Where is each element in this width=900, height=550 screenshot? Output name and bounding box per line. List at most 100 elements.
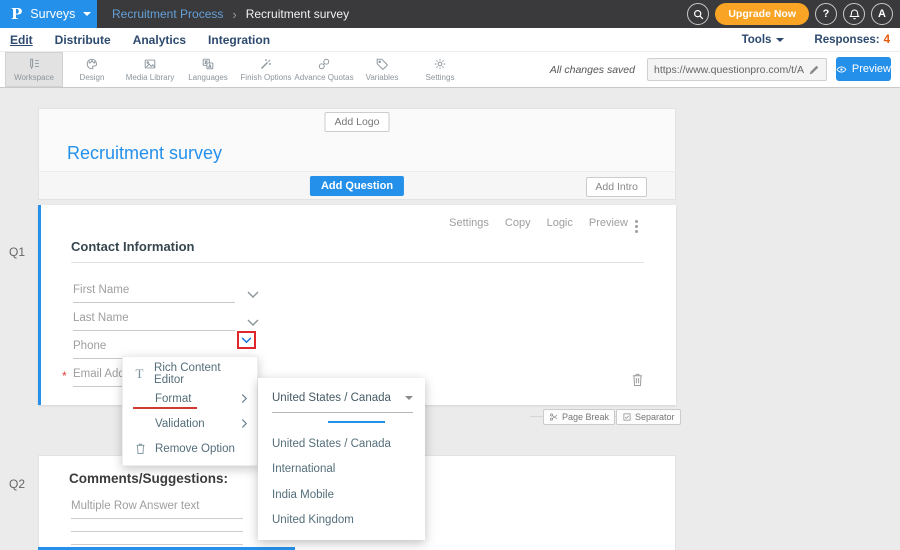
field-options-chevron-icon[interactable] xyxy=(247,314,259,332)
question-settings-link[interactable]: Settings xyxy=(449,217,489,229)
format-option-international[interactable]: International xyxy=(272,457,415,483)
survey-header-card: Add Logo Recruitment survey xyxy=(38,108,676,171)
topbar-actions: Upgrade Now ? A xyxy=(687,3,893,25)
gear-icon xyxy=(433,57,447,71)
toolbar-item-media-library[interactable]: Media Library xyxy=(121,52,179,87)
toolbar-items: Workspace Design Media Library Languages… xyxy=(5,52,469,87)
field-options-chevron-icon[interactable] xyxy=(247,286,259,304)
multirow-answer-placeholder[interactable]: Multiple Row Answer text xyxy=(71,500,199,512)
toolbar-item-languages[interactable]: Languages xyxy=(179,52,237,87)
field-label-phone[interactable]: Phone xyxy=(73,340,106,352)
image-icon xyxy=(143,57,157,71)
add-question-button[interactable]: Add Question xyxy=(310,176,404,196)
question-title-underline xyxy=(71,262,644,263)
question-logic-link[interactable]: Logic xyxy=(547,217,573,229)
format-submenu-panel: United States / Canada United States / C… xyxy=(258,378,425,540)
rich-text-icon: T xyxy=(133,366,146,382)
textarea-line xyxy=(71,518,243,519)
tab-distribute[interactable]: Distribute xyxy=(55,33,111,47)
links-icon xyxy=(317,57,331,71)
survey-canvas: Add Logo Recruitment survey Add Question… xyxy=(0,88,900,550)
separator-icon xyxy=(622,412,632,422)
upgrade-now-button[interactable]: Upgrade Now xyxy=(715,3,809,25)
bell-icon xyxy=(848,8,861,21)
search-icon xyxy=(692,8,705,21)
tools-label: Tools xyxy=(742,34,772,46)
survey-link-field[interactable] xyxy=(647,58,827,81)
responses-link[interactable]: Responses:4 xyxy=(814,34,890,46)
annotation-highlight-box xyxy=(237,331,256,349)
add-question-row: Add Question Add Intro xyxy=(38,171,676,200)
question-actions: Settings Copy Logic Preview xyxy=(449,217,628,229)
page-break-button[interactable]: Page Break xyxy=(543,409,615,425)
responses-label: Responses: xyxy=(814,34,879,46)
add-logo-button[interactable]: Add Logo xyxy=(325,112,390,132)
questionpro-survey-editor: P Surveys Recruitment Process › Recruitm… xyxy=(0,0,900,550)
wand-icon xyxy=(259,57,273,71)
field-underline xyxy=(73,330,235,331)
tab-integration[interactable]: Integration xyxy=(208,33,270,47)
tab-analytics[interactable]: Analytics xyxy=(133,33,186,47)
question-title-q2[interactable]: Comments/Suggestions: xyxy=(69,471,228,486)
question-kebab-menu-icon[interactable] xyxy=(635,218,638,235)
field-options-context-menu: T Rich Content Editor Format Validation … xyxy=(122,356,258,466)
autosave-status: All changes saved xyxy=(550,64,635,76)
preview-button[interactable]: Preview xyxy=(836,57,891,81)
nav-right: Tools Responses:4 xyxy=(742,28,890,52)
question-preview-link[interactable]: Preview xyxy=(589,217,628,229)
field-label-last-name[interactable]: Last Name xyxy=(73,312,129,324)
edit-pencil-icon[interactable] xyxy=(808,64,820,76)
toolbar-item-advance-quotas[interactable]: Advance Quotas xyxy=(295,52,353,87)
format-option-us-canada[interactable]: United States / Canada xyxy=(272,431,415,457)
tag-icon xyxy=(375,57,389,71)
separator-button[interactable]: Separator xyxy=(616,409,681,425)
format-select[interactable]: United States / Canada xyxy=(272,392,413,404)
chevron-down-icon xyxy=(776,38,784,42)
question-number-q1: Q1 xyxy=(9,245,25,259)
questionpro-logo: P xyxy=(11,5,22,23)
format-option-india-mobile[interactable]: India Mobile xyxy=(272,482,415,508)
editor-toolbar: Workspace Design Media Library Languages… xyxy=(0,52,900,88)
textarea-line xyxy=(71,531,243,532)
format-option-united-kingdom[interactable]: United Kingdom xyxy=(272,508,415,534)
toolbar-item-workspace[interactable]: Workspace xyxy=(5,52,63,87)
field-underline xyxy=(73,302,235,303)
surveys-app-switcher[interactable]: P Surveys xyxy=(0,0,97,28)
toolbar-item-design[interactable]: Design xyxy=(63,52,121,87)
menu-item-rich-content-editor[interactable]: T Rich Content Editor xyxy=(123,361,257,386)
notifications-button[interactable] xyxy=(843,3,865,25)
scissors-icon xyxy=(549,412,559,422)
translate-icon xyxy=(201,57,215,71)
format-selected-value: United States / Canada xyxy=(272,392,391,404)
eye-icon xyxy=(836,63,847,76)
field-options-chevron-icon-active[interactable] xyxy=(241,337,252,344)
survey-title[interactable]: Recruitment survey xyxy=(67,143,222,164)
active-indicator-bar xyxy=(328,421,385,423)
question-title-q1[interactable]: Contact Information xyxy=(71,239,195,254)
tab-edit[interactable]: Edit xyxy=(10,33,33,47)
annotation-red-underline xyxy=(133,407,197,409)
tools-menu[interactable]: Tools xyxy=(742,34,785,46)
textarea-line xyxy=(71,544,243,545)
avatar[interactable]: A xyxy=(871,3,893,25)
palette-icon xyxy=(85,57,99,71)
toolbar-item-settings[interactable]: Settings xyxy=(411,52,469,87)
submenu-chevron-right-icon xyxy=(241,393,248,407)
search-button[interactable] xyxy=(687,3,709,25)
add-intro-button[interactable]: Add Intro xyxy=(586,177,647,197)
menu-item-remove-option[interactable]: Remove Option xyxy=(123,436,257,461)
delete-question-icon[interactable] xyxy=(631,372,644,392)
toolbar-item-finish-options[interactable]: Finish Options xyxy=(237,52,295,87)
survey-url-input[interactable] xyxy=(654,64,804,76)
question-number-q2: Q2 xyxy=(9,477,25,491)
menu-item-format[interactable]: Format xyxy=(123,386,257,411)
help-button[interactable]: ? xyxy=(815,3,837,25)
submenu-chevron-right-icon xyxy=(241,418,248,432)
breadcrumb-folder[interactable]: Recruitment Process xyxy=(112,7,223,21)
tab-list: Edit Distribute Analytics Integration xyxy=(10,28,270,52)
toolbar-item-variables[interactable]: Variables xyxy=(353,52,411,87)
field-label-first-name[interactable]: First Name xyxy=(73,284,129,296)
question-copy-link[interactable]: Copy xyxy=(505,217,531,229)
menu-item-validation[interactable]: Validation xyxy=(123,411,257,436)
required-asterisk: * xyxy=(62,369,67,383)
